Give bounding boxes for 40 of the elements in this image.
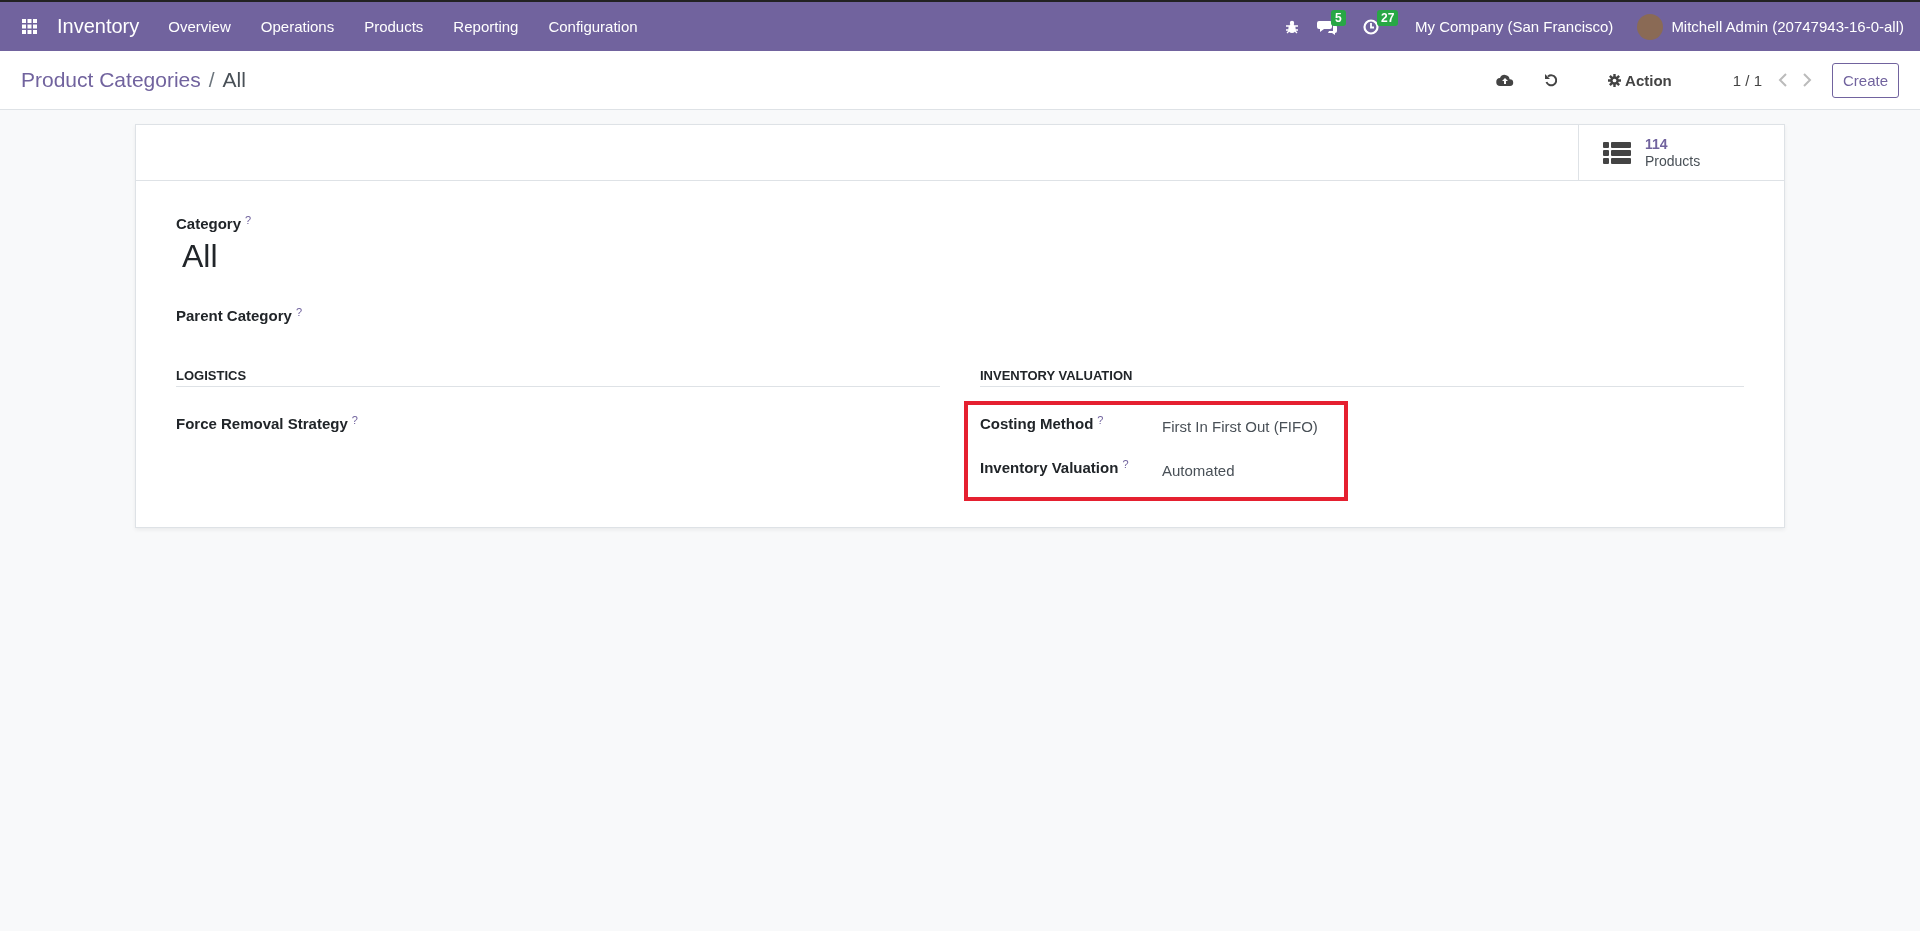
help-mark[interactable]: ? (351, 415, 358, 432)
list-icon (1603, 141, 1631, 164)
activity-count-badge: 27 (1376, 9, 1399, 26)
pager-value[interactable]: 1 / 1 (1732, 71, 1762, 89)
field-label: Force Removal Strategy (176, 415, 348, 432)
bug-icon[interactable] (1284, 19, 1299, 34)
action-menu-button[interactable]: Action (1602, 70, 1678, 90)
breadcrumb-item[interactable]: Product Categories (21, 68, 201, 92)
menu-item[interactable]: Reporting (438, 18, 534, 35)
help-mark[interactable]: ? (295, 307, 302, 318)
company-switcher[interactable]: My Company (San Francisco) (1414, 18, 1614, 35)
clock-icon[interactable] (1362, 18, 1379, 35)
field-label: Category (176, 215, 242, 232)
breadcrumb-separator: / (208, 68, 215, 92)
undo-icon[interactable] (1544, 73, 1559, 87)
chat-icon[interactable] (1316, 18, 1337, 35)
group-heading: LOGISTICS (176, 368, 940, 387)
help-mark[interactable]: ? (1097, 415, 1104, 432)
help-mark[interactable]: ? (245, 215, 252, 226)
field-label: Costing Method (980, 415, 1094, 432)
group-heading: INVENTORY VALUATION (980, 368, 1744, 387)
category-name[interactable]: All (182, 238, 1744, 275)
menu-item[interactable]: Overview (153, 18, 246, 35)
help-mark[interactable]: ? (1122, 459, 1129, 476)
field-label: Parent Category (176, 307, 292, 324)
menu-item[interactable]: Products (349, 18, 439, 35)
menu-item[interactable]: Configuration (533, 18, 653, 35)
breadcrumb-item[interactable]: All (222, 68, 246, 92)
gear-icon (1608, 73, 1622, 87)
field-value[interactable]: Automated (1162, 462, 1235, 479)
products-smart-button[interactable]: 114 Products (1578, 125, 1784, 180)
create-button[interactable]: Create (1831, 62, 1899, 98)
cloud-upload-icon[interactable] (1496, 73, 1515, 87)
message-count-badge: 5 (1330, 9, 1346, 26)
app-grid-icon[interactable] (22, 19, 37, 34)
field-label: Inventory Valuation (980, 459, 1119, 476)
app-name[interactable]: Inventory (57, 15, 140, 38)
user-menu[interactable]: Mitchell Admin (20747943-16-0-all) (1671, 18, 1904, 35)
menu-item[interactable]: Operations (245, 18, 350, 35)
field-value[interactable]: First In First Out (FIFO) (1162, 418, 1318, 435)
